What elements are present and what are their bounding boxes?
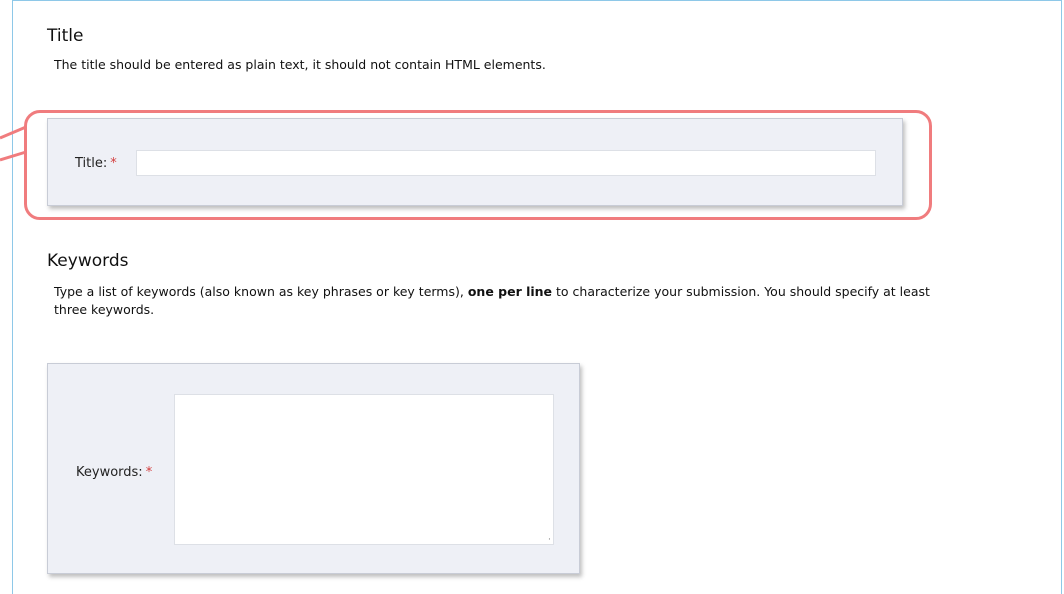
keywords-field-panel: Keywords: * · <box>47 363 580 574</box>
resize-handle-icon[interactable]: · <box>548 536 552 545</box>
keywords-section-description: Type a list of keywords (also known as k… <box>54 284 930 317</box>
required-marker: * <box>145 465 153 480</box>
title-field-label: Title: * <box>75 156 117 171</box>
title-section-heading: Title <box>47 26 84 46</box>
keywords-field-label: Keywords: * <box>76 465 153 480</box>
required-marker: * <box>110 156 117 171</box>
keywords-emphasis: one per line <box>467 284 553 299</box>
title-section-description: The title should be entered as plain tex… <box>54 57 546 72</box>
keywords-section-heading: Keywords <box>47 251 129 271</box>
title-field-panel: Title: * <box>47 118 903 206</box>
title-input[interactable] <box>136 150 876 176</box>
keywords-textarea[interactable] <box>174 394 554 545</box>
